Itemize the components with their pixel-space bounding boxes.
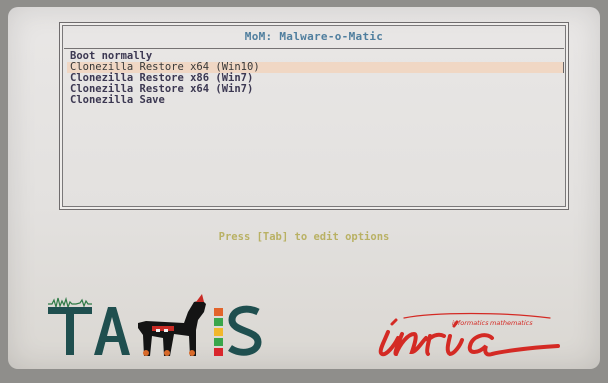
boot-screen: MoM: Malware-o-Matic Boot normally Clone… [8, 7, 600, 369]
boot-menu: MoM: Malware-o-Matic Boot normally Clone… [59, 22, 569, 210]
tamis-letter-a [94, 307, 130, 355]
horse-icon [138, 294, 206, 356]
inria-tagline-mathematics: mathematics [490, 319, 533, 327]
lock-icon [214, 328, 223, 336]
rss-icon [214, 308, 223, 316]
network-icon [214, 318, 223, 326]
edit-options-hint: Press [Tab] to edit options [218, 231, 390, 243]
card-icon [214, 338, 223, 346]
menu-item-clonezilla-save[interactable]: Clonezilla Save [67, 95, 564, 106]
tamis-letter-t-stem [66, 307, 74, 355]
inria-tagline-informatics: informatics [452, 319, 489, 327]
signal-waveform [48, 296, 92, 309]
inria-logo: informatics mathematics [378, 312, 560, 357]
title-divider [64, 48, 564, 49]
tamis-logo [48, 294, 262, 356]
warning-icon [214, 348, 223, 356]
tamis-letter-s [228, 305, 262, 356]
badge-column [214, 308, 223, 356]
menu-title: MoM: Malware-o-Matic [244, 30, 384, 43]
menu-list: Boot normally Clonezilla Restore x64 (Wi… [67, 51, 564, 106]
